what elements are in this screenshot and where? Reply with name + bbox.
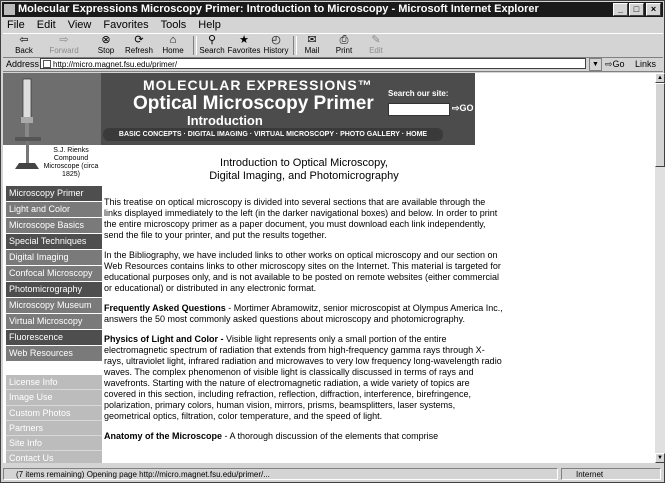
nav-item[interactable]: Fluorescence <box>6 330 102 346</box>
page-icon <box>43 60 51 68</box>
close-button[interactable]: × <box>646 3 661 16</box>
home-icon: ⌂ <box>169 34 177 46</box>
menu-bar: File Edit View Favorites Tools Help <box>3 18 663 32</box>
refresh-icon: ⟳ <box>134 34 144 46</box>
intro-paragraph: This treatise on optical microscopy is d… <box>104 197 498 240</box>
faq-link[interactable]: Frequently Asked Questions <box>104 303 226 313</box>
window-title: Molecular Expressions Microscopy Primer:… <box>18 3 539 15</box>
search-label: Search our site: <box>388 89 449 98</box>
toolbar: ⇦ Back ⇨ Forward ⊗ Stop ⟳ Refresh ⌂ Home ⚲ Sea… <box>3 33 663 58</box>
edit-icon: ✎ <box>371 34 381 46</box>
bibliography-paragraph: In the Bibliography, we have included li… <box>104 250 501 293</box>
status-text: (7 items remaining) Opening page http://… <box>3 468 558 480</box>
favorites-button[interactable]: ★ Favorites <box>227 34 261 56</box>
browser-window: Molecular Expressions Microscopy Primer:… <box>0 0 665 483</box>
nav-item[interactable]: Web Resources <box>6 346 102 362</box>
forward-button[interactable]: ⇨ Forward <box>47 34 81 56</box>
refresh-button[interactable]: ⟳ Refresh <box>122 34 156 56</box>
lower-link[interactable]: Custom Photos <box>6 406 102 421</box>
nav-item[interactable]: Microscope Basics <box>6 218 102 234</box>
maximize-button[interactable]: □ <box>629 3 644 16</box>
menu-help[interactable]: Help <box>198 19 221 31</box>
favorites-icon: ★ <box>239 34 249 46</box>
lower-link[interactable]: License Info <box>6 375 102 391</box>
menu-edit[interactable]: Edit <box>37 19 56 31</box>
print-icon: ⎙ <box>339 34 349 46</box>
side-navigation: Microscopy Primer Light and Color Micros… <box>6 186 102 362</box>
nav-item[interactable]: Light and Color <box>6 202 102 218</box>
lower-link[interactable]: Image Use <box>6 390 102 406</box>
faq-paragraph: Frequently Asked Questions - Mortimer Ab… <box>104 303 503 324</box>
search-icon: ⚲ <box>207 34 217 46</box>
nav-item[interactable]: Microscopy Primer <box>6 186 102 202</box>
go-button[interactable]: ⇨Go <box>605 57 625 71</box>
site-search-go-button[interactable]: ⇨GO <box>452 103 474 114</box>
site-banner: MOLECULAR EXPRESSIONS™ Optical Microscop… <box>3 73 475 169</box>
address-dropdown-button[interactable]: ▼ <box>589 58 602 71</box>
nav-item[interactable]: Confocal Microscopy <box>6 266 102 282</box>
microscope-caption: S.J. Rienks Compound Microscope (circa 1… <box>43 147 99 178</box>
anatomy-paragraph: Anatomy of the Microscope - A thorough d… <box>104 431 439 441</box>
scroll-up-arrow[interactable]: ▲ <box>655 73 665 83</box>
address-bar: Address http://micro.magnet.fsu.edu/prim… <box>3 57 663 83</box>
edit-button[interactable]: ✎ Edit <box>359 34 393 56</box>
back-button[interactable]: ⇦ Back <box>7 34 41 56</box>
anatomy-link[interactable]: Anatomy of the Microscope <box>104 431 222 441</box>
history-button[interactable]: ◴ History <box>259 34 293 56</box>
nav-item[interactable]: Digital Imaging <box>6 250 102 266</box>
banner-title: Optical Microscopy Primer <box>133 93 374 114</box>
light-color-paragraph: Physics of Light and Color - Visible lig… <box>104 334 502 421</box>
nav-item[interactable]: Microscopy Museum <box>6 298 102 314</box>
page-content: MOLECULAR EXPRESSIONS™ Optical Microscop… <box>3 73 655 463</box>
menu-favorites[interactable]: Favorites <box>103 19 148 31</box>
mail-button[interactable]: ✉ Mail <box>295 34 329 56</box>
light-color-link[interactable]: Physics of Light and Color - <box>104 334 224 344</box>
banner-nav[interactable]: BASIC CONCEPTS · DIGITAL IMAGING · VIRTU… <box>103 128 443 141</box>
lower-link[interactable]: Partners <box>6 421 102 437</box>
vertical-scrollbar[interactable]: ▲ ▼ <box>655 73 665 463</box>
title-bar: Molecular Expressions Microscopy Primer:… <box>2 2 663 17</box>
mail-icon: ✉ <box>307 34 317 46</box>
history-icon: ◴ <box>271 34 281 46</box>
minimize-button[interactable]: _ <box>613 3 628 16</box>
ie-icon <box>4 4 15 15</box>
stop-icon: ⊗ <box>101 34 111 46</box>
site-search-input[interactable] <box>388 103 450 116</box>
main-article: Introduction to Optical Microscopy, Digi… <box>104 157 504 451</box>
nav-item[interactable]: Photomicrography <box>6 282 102 298</box>
scroll-thumb[interactable] <box>655 83 665 167</box>
banner-subtitle: Introduction <box>187 113 263 128</box>
address-input[interactable]: http://micro.magnet.fsu.edu/primer/ <box>40 58 586 69</box>
menu-file[interactable]: File <box>7 19 25 31</box>
menu-tools[interactable]: Tools <box>161 19 187 31</box>
nav-item[interactable]: Virtual Microscopy <box>6 314 102 330</box>
home-button[interactable]: ⌂ Home <box>156 34 190 56</box>
brand-text: MOLECULAR EXPRESSIONS™ <box>143 77 373 93</box>
back-arrow-icon: ⇦ <box>19 34 29 46</box>
nav-item[interactable]: Special Techniques <box>6 234 102 250</box>
search-button[interactable]: ⚲ Search <box>195 34 229 56</box>
page-heading: Introduction to Optical Microscopy, Digi… <box>209 157 399 182</box>
side-lower-links: License Info Image Use Custom Photos Par… <box>6 375 102 463</box>
stop-button[interactable]: ⊗ Stop <box>89 34 123 56</box>
print-button[interactable]: ⎙ Print <box>327 34 361 56</box>
zone-indicator: Internet <box>561 468 661 480</box>
forward-arrow-icon: ⇨ <box>59 34 69 46</box>
scroll-down-arrow[interactable]: ▼ <box>655 453 665 463</box>
lower-link[interactable]: Contact Us <box>6 451 102 463</box>
lower-link[interactable]: Site Info <box>6 436 102 452</box>
status-bar: (7 items remaining) Opening page http://… <box>3 467 663 482</box>
menu-view[interactable]: View <box>68 19 92 31</box>
address-label: Address <box>6 59 40 69</box>
